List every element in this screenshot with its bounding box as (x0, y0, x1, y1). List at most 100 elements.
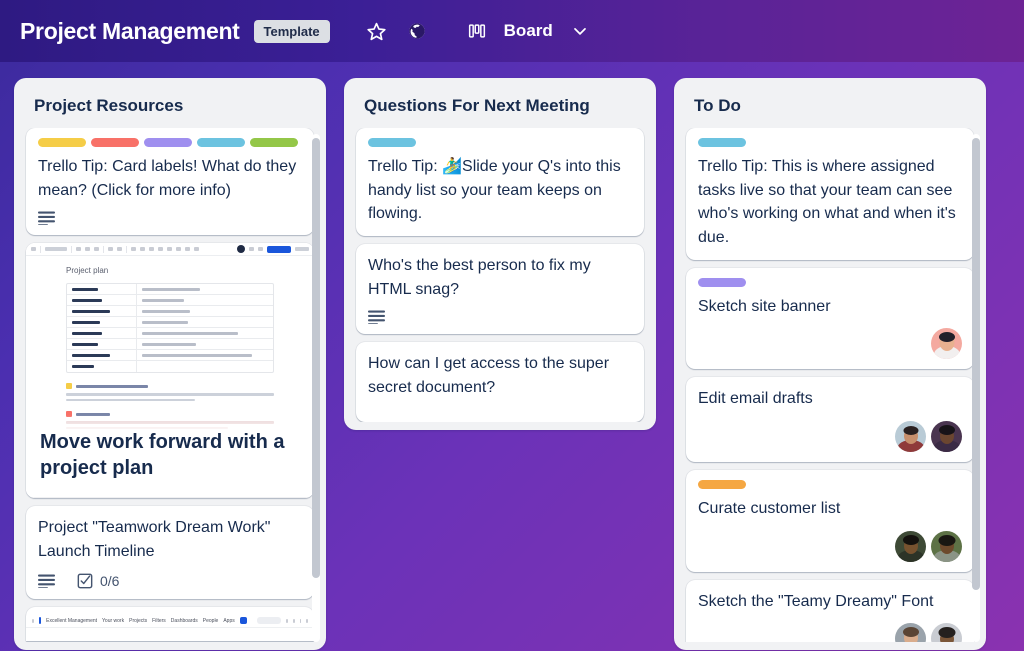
avatar-icon (237, 245, 245, 254)
card-sketch-teamy-dreamy-font[interactable]: Sketch the "Teamy Dreamy" Font (686, 579, 974, 642)
toolbar-icon (158, 247, 163, 252)
label-chip[interactable] (144, 138, 192, 147)
toolbar-icon (108, 247, 113, 252)
list-cards: Trello Tip: Card labels! What do they me… (22, 128, 318, 642)
card-title: Trello Tip: This is where assigned tasks… (698, 158, 956, 247)
description-icon (38, 211, 55, 226)
label-chip[interactable] (698, 277, 746, 287)
label-chip[interactable] (91, 138, 139, 147)
card-members (698, 530, 962, 562)
checklist-icon (77, 573, 93, 589)
card-trello-tip-labels[interactable]: Trello Tip: Card labels! What do they me… (26, 128, 314, 236)
card-labels (368, 138, 632, 147)
card-html-snag-question[interactable]: Who's the best person to fix my HTML sna… (356, 244, 644, 335)
document-toolbar (26, 243, 314, 257)
toolbar-icon (176, 247, 181, 252)
board-columns-icon[interactable] (464, 18, 490, 44)
card-sketch-site-banner[interactable]: Sketch site banner (686, 267, 974, 370)
toolbar-icon (249, 247, 254, 252)
card-secret-document-question[interactable]: How can I get access to the super secret… (356, 342, 644, 422)
list-scrollbar[interactable] (972, 134, 980, 642)
list-cards: Trello Tip: This is where assigned tasks… (682, 128, 978, 642)
avatar[interactable] (895, 421, 926, 453)
toolbar-icon (194, 247, 199, 252)
toolbar-icon (185, 247, 190, 252)
card-edit-email-drafts[interactable]: Edit email drafts (686, 377, 974, 463)
card-title: Trello Tip: Card labels! What do they me… (38, 158, 297, 199)
board-view-label[interactable]: Board (504, 21, 553, 41)
list-title[interactable]: Questions For Next Meeting (352, 86, 648, 128)
toolbar-close (295, 247, 309, 252)
table-row (67, 350, 273, 362)
avatar[interactable] (895, 530, 926, 562)
document-section (66, 383, 274, 402)
nav-item: Apps (223, 617, 235, 624)
search-field (256, 617, 282, 625)
card-app-preview-partial[interactable]: Excellent Management Your work Projects … (26, 606, 314, 641)
label-chip[interactable] (38, 138, 86, 147)
label-chip[interactable] (250, 138, 298, 147)
toolbar-icon (167, 247, 172, 252)
list-scrollbar[interactable] (312, 134, 320, 642)
toolbar-icon (117, 247, 122, 252)
card-title: Sketch site banner (698, 297, 831, 315)
description-icon (368, 310, 385, 325)
label-chip[interactable] (368, 138, 416, 147)
card-curate-customer-list[interactable]: Curate customer list (686, 470, 974, 572)
menu-icon (32, 618, 34, 623)
checklist-count: 0/6 (100, 572, 120, 589)
globe-icon[interactable] (404, 18, 430, 44)
table-row (67, 284, 273, 296)
avatar[interactable] (931, 328, 962, 360)
card-launch-timeline[interactable]: Project "Teamwork Dream Work" Launch Tim… (26, 506, 314, 599)
toolbar-divider (40, 245, 41, 253)
toolbar-icon (94, 247, 99, 252)
table-row (67, 306, 273, 318)
toolbar-icon (85, 247, 90, 252)
star-icon[interactable] (364, 18, 390, 44)
label-chip[interactable] (197, 138, 245, 147)
toolbar-style-select (45, 247, 67, 252)
toolbar-icon (140, 247, 145, 252)
page-title: Project Management (20, 17, 240, 44)
avatar[interactable] (895, 623, 926, 642)
card-trello-tip-todo[interactable]: Trello Tip: This is where assigned tasks… (686, 128, 974, 260)
nav-item: Projects (129, 617, 148, 624)
card-members (698, 328, 962, 360)
card-trello-tip-questions[interactable]: Trello Tip: 🏄‍♂️Slide your Q's into this… (356, 128, 644, 237)
scrollbar-thumb[interactable] (972, 138, 980, 590)
avatar[interactable] (931, 421, 962, 453)
card-project-plan-cover[interactable]: Project plan Move work forward with a pr… (26, 243, 314, 499)
card-members (698, 421, 962, 453)
toolbar-icon (76, 247, 81, 252)
toolbar-icon (292, 618, 295, 623)
label-chip[interactable] (698, 138, 746, 147)
chevron-down-icon[interactable] (567, 18, 593, 44)
section-chip (66, 383, 72, 390)
app-logo-icon (38, 617, 42, 625)
card-labels (38, 138, 302, 147)
toolbar-icon (299, 618, 302, 623)
avatar[interactable] (931, 530, 962, 562)
table-row (67, 328, 273, 340)
document-body: Project plan (26, 256, 314, 438)
toolbar-icon (149, 247, 154, 252)
list-title[interactable]: Project Resources (22, 86, 318, 128)
board-canvas: Project Resources Trello Tip: Card label… (0, 62, 1024, 651)
description-badge (38, 574, 55, 588)
app-nav-bar: Excellent Management Your work Projects … (26, 615, 314, 628)
description-badge (38, 211, 55, 226)
board-top-bar: Project Management Template Board (0, 0, 1024, 62)
nav-item: People (202, 617, 219, 624)
card-badges: 0/6 (38, 573, 302, 589)
card-title: Sketch the "Teamy Dreamy" Font (698, 592, 934, 610)
toolbar-icon (31, 247, 36, 252)
scrollbar-thumb[interactable] (312, 138, 320, 578)
avatar[interactable] (931, 623, 962, 642)
list-to-do: To Do Trello Tip: This is where assigned… (674, 78, 986, 650)
label-chip[interactable] (698, 480, 746, 490)
table-row (67, 295, 273, 307)
document-heading: Project plan (66, 266, 109, 276)
list-title[interactable]: To Do (682, 86, 978, 128)
card-title: Trello Tip: 🏄‍♂️Slide your Q's into this… (368, 158, 621, 223)
